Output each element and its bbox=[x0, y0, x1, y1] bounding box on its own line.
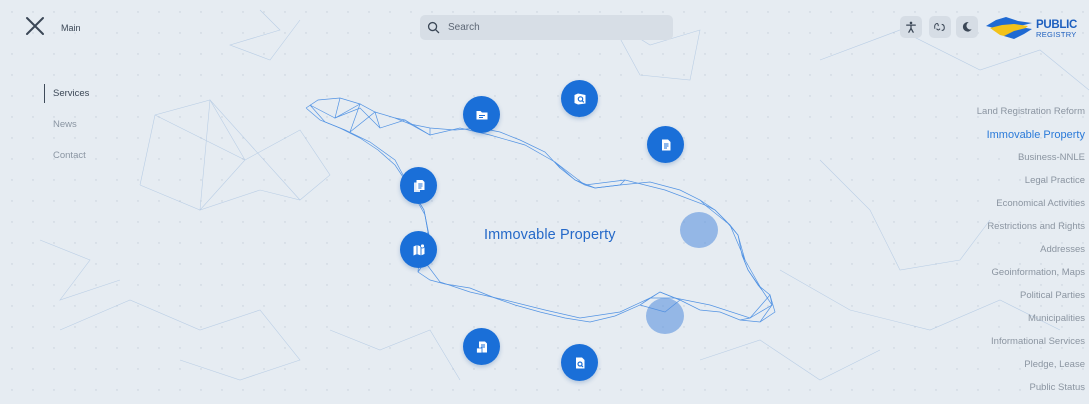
nav-item-business-nnle[interactable]: Business-NNLE bbox=[977, 151, 1085, 174]
folder-icon bbox=[476, 110, 487, 119]
nav-item-informational-services[interactable]: Informational Services bbox=[977, 335, 1085, 358]
close-icon bbox=[26, 17, 44, 35]
service-button-search-file[interactable] bbox=[561, 344, 598, 381]
nav-item-pledge-lease[interactable]: Pledge, Lease bbox=[977, 358, 1085, 381]
nav-item-immovable-property[interactable]: Immovable Property bbox=[977, 128, 1085, 151]
nav-item-municipalities[interactable]: Municipalities bbox=[977, 312, 1085, 335]
service-button-document[interactable] bbox=[647, 126, 684, 163]
nav-item-political-parties[interactable]: Political Parties bbox=[977, 289, 1085, 312]
main-link[interactable]: Main bbox=[61, 23, 81, 33]
nav-item-news[interactable]: News bbox=[44, 115, 89, 134]
right-navigation: Land Registration Reform Immovable Prope… bbox=[977, 105, 1085, 404]
network-background bbox=[11, 9, 1089, 391]
document-edit-icon bbox=[475, 341, 487, 353]
nav-item-economical-activities[interactable]: Economical Activities bbox=[977, 197, 1085, 220]
nav-item-addresses[interactable]: Addresses bbox=[977, 243, 1085, 266]
nav-item-geoinformation-maps[interactable]: Geoinformation, Maps bbox=[977, 266, 1085, 289]
accessibility-icon bbox=[906, 21, 916, 33]
service-button-document-edit[interactable] bbox=[463, 328, 500, 365]
nav-item-services[interactable]: Services bbox=[44, 84, 89, 103]
nav-item-land-registration-reform[interactable]: Land Registration Reform bbox=[977, 105, 1085, 128]
nav-item-legal-practice[interactable]: Legal Practice bbox=[977, 174, 1085, 197]
nav-item-restrictions-and-rights[interactable]: Restrictions and Rights bbox=[977, 220, 1085, 243]
decorative-circle bbox=[680, 212, 718, 248]
map-icon bbox=[413, 243, 425, 255]
document-icon bbox=[661, 139, 670, 150]
logo-sub-text: REGISTRY bbox=[1036, 30, 1077, 39]
service-button-folder[interactable] bbox=[463, 96, 500, 133]
dark-mode-button[interactable] bbox=[956, 16, 978, 38]
search-file-icon bbox=[575, 357, 584, 368]
service-button-search-document[interactable] bbox=[561, 80, 598, 117]
service-button-documents[interactable] bbox=[400, 167, 437, 204]
section-title: Immovable Property bbox=[484, 227, 616, 243]
sign-language-button[interactable] bbox=[929, 16, 951, 38]
documents-icon bbox=[413, 179, 424, 192]
accessibility-button[interactable] bbox=[900, 16, 922, 38]
nav-item-contact[interactable]: Contact bbox=[44, 146, 89, 165]
close-button[interactable] bbox=[24, 15, 46, 37]
search-document-icon bbox=[574, 93, 585, 104]
search-input[interactable] bbox=[446, 21, 650, 34]
search-icon bbox=[427, 21, 440, 34]
decorative-circle bbox=[646, 298, 684, 334]
search-bar[interactable] bbox=[420, 15, 673, 40]
sign-language-icon bbox=[934, 23, 945, 31]
left-navigation: Services News Contact bbox=[44, 84, 89, 177]
service-button-map[interactable] bbox=[400, 231, 437, 268]
dark-mode-icon bbox=[962, 22, 972, 32]
nav-item-public-status[interactable]: Public Status bbox=[977, 381, 1085, 404]
